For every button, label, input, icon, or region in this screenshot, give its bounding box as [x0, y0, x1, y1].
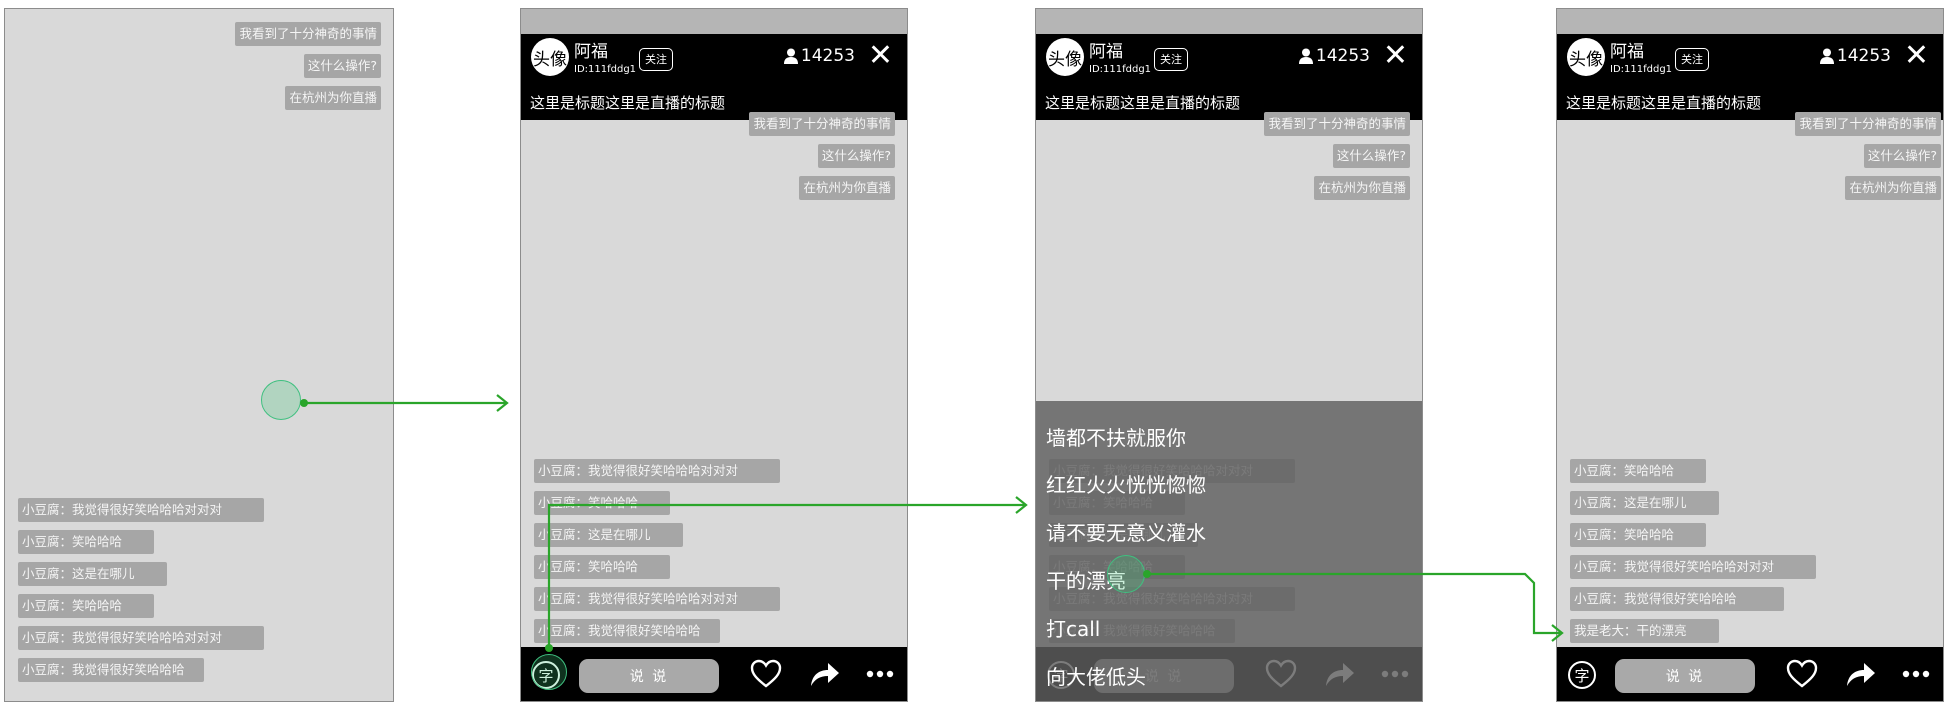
comment-input-button[interactable]: 说 说	[579, 659, 719, 693]
avatar[interactable]: 头像	[531, 38, 569, 76]
share-icon[interactable]	[807, 657, 841, 691]
touch-indicator	[261, 380, 301, 420]
heart-icon[interactable]	[1785, 657, 1819, 691]
status-strip	[1036, 9, 1422, 34]
quick-phrase-item[interactable]: 请不要无意义灌水	[1046, 517, 1206, 546]
viewer-count-value: 14253	[1836, 46, 1891, 66]
comment: 小豆腐：这是在哪儿	[1570, 491, 1719, 515]
stream-header: 头像 阿福 ID:111fddg1 关注 14253 ✕ 这里是标题这里是直播的…	[521, 34, 907, 120]
share-icon[interactable]	[1843, 657, 1877, 691]
quick-phrase-item[interactable]: 向大佬低头	[1046, 661, 1146, 690]
comment: 小豆腐：我觉得很好笑哈哈哈对对对	[18, 498, 264, 522]
quick-phrase-item[interactable]: 红红火火恍恍惚惚	[1046, 469, 1206, 498]
comment: 小豆腐：我觉得很好笑哈哈哈	[18, 658, 204, 682]
close-icon[interactable]: ✕	[1383, 40, 1408, 72]
comment: 小豆腐：我觉得很好笑哈哈哈对对对	[18, 626, 264, 650]
touch-indicator	[531, 654, 567, 690]
top-message: 在杭州为你直播	[285, 86, 381, 110]
user-icon	[1819, 48, 1834, 64]
quick-phrase-menu: 墙都不扶就服你 红红火火恍恍惚惚 请不要无意义灌水 干的漂亮 打call 向大佬…	[1036, 401, 1422, 701]
comment: 小豆腐：笑哈哈哈	[534, 555, 670, 579]
panel-3-stream: 头像 阿福 ID:111fddg1 关注 14253 ✕ 这里是标题这里是直播的…	[1035, 8, 1423, 702]
comment: 小豆腐：我觉得很好笑哈哈哈对对对	[534, 587, 780, 611]
top-message: 在杭州为你直播	[799, 176, 895, 200]
follow-button[interactable]: 关注	[1675, 48, 1709, 71]
bottom-bar: 字 说 说	[521, 647, 907, 701]
top-message: 在杭州为你直播	[1845, 176, 1941, 200]
panel-1-stream: 我看到了十分神奇的事情 这什么操作? 在杭州为你直播 小豆腐：我觉得很好笑哈哈哈…	[4, 8, 394, 702]
top-message: 这什么操作?	[303, 54, 381, 78]
more-icon[interactable]	[863, 657, 897, 691]
panel-2-stream: 头像 阿福 ID:111fddg1 关注 14253 ✕ 这里是标题这里是直播的…	[520, 8, 908, 702]
user-icon	[1298, 48, 1313, 64]
comment: 小豆腐：我觉得很好笑哈哈哈	[1570, 587, 1784, 611]
host-name: 阿福	[1089, 42, 1123, 62]
stream-title: 这里是标题这里是直播的标题	[530, 94, 726, 112]
viewer-count-value: 14253	[800, 46, 855, 66]
heart-icon[interactable]	[749, 657, 783, 691]
host-id: ID:111fddg1	[1610, 64, 1673, 75]
avatar[interactable]: 头像	[1567, 38, 1605, 76]
quick-phrase-button[interactable]: 字	[1568, 661, 1596, 689]
panel-4-stream: 头像 阿福 ID:111fddg1 关注 14253 ✕ 这里是标题这里是直播的…	[1556, 8, 1944, 702]
comment: 小豆腐：这是在哪儿	[534, 523, 683, 547]
comment: 小豆腐：笑哈哈哈	[18, 530, 154, 554]
comment: 小豆腐：我觉得很好笑哈哈哈对对对	[1570, 555, 1816, 579]
host-name: 阿福	[574, 42, 608, 62]
follow-button[interactable]: 关注	[1154, 48, 1188, 71]
touch-indicator	[1107, 555, 1145, 593]
host-id: ID:111fddg1	[574, 64, 637, 75]
status-strip	[1557, 9, 1943, 34]
top-message: 这什么操作?	[1332, 144, 1410, 168]
more-icon[interactable]	[1899, 657, 1933, 691]
top-message: 在杭州为你直播	[1314, 176, 1410, 200]
stream-header: 头像 阿福 ID:111fddg1 关注 14253 ✕ 这里是标题这里是直播的…	[1557, 34, 1943, 120]
viewer-count-value: 14253	[1315, 46, 1370, 66]
comment: 小豆腐：笑哈哈哈	[1570, 523, 1706, 547]
close-icon[interactable]: ✕	[1904, 40, 1929, 72]
stream-header: 头像 阿福 ID:111fddg1 关注 14253 ✕ 这里是标题这里是直播的…	[1036, 34, 1422, 120]
stream-title: 这里是标题这里是直播的标题	[1566, 94, 1762, 112]
follow-button[interactable]: 关注	[639, 48, 673, 71]
quick-phrase-item[interactable]: 打call	[1046, 613, 1100, 642]
quick-phrase-item[interactable]: 墙都不扶就服你	[1046, 422, 1186, 451]
comment: 小豆腐：笑哈哈哈	[18, 594, 154, 618]
bottom-bar: 字 说 说	[1557, 647, 1943, 701]
comment: 小豆腐：笑哈哈哈	[1570, 459, 1706, 483]
top-message: 我看到了十分神奇的事情	[1264, 112, 1410, 136]
status-strip	[521, 9, 907, 34]
avatar[interactable]: 头像	[1046, 38, 1084, 76]
comment: 我是老大：干的漂亮	[1570, 619, 1719, 643]
comment: 小豆腐：我觉得很好笑哈哈哈	[534, 619, 720, 643]
close-icon[interactable]: ✕	[868, 40, 893, 72]
viewer-count: 14253	[783, 46, 855, 66]
top-message: 我看到了十分神奇的事情	[749, 112, 895, 136]
comment: 小豆腐：这是在哪儿	[18, 562, 167, 586]
user-icon	[783, 48, 798, 64]
viewer-count: 14253	[1819, 46, 1891, 66]
host-name: 阿福	[1610, 42, 1644, 62]
host-id: ID:111fddg1	[1089, 64, 1152, 75]
arrowhead	[496, 394, 509, 412]
comment: 小豆腐：笑哈哈哈	[534, 491, 670, 515]
top-message: 我看到了十分神奇的事情	[1795, 112, 1941, 136]
stream-title: 这里是标题这里是直播的标题	[1045, 94, 1241, 112]
arrowhead	[1015, 496, 1028, 514]
comment-input-button[interactable]: 说 说	[1615, 659, 1755, 693]
comment: 小豆腐：我觉得很好笑哈哈哈对对对	[534, 459, 780, 483]
top-message: 这什么操作?	[817, 144, 895, 168]
top-message: 这什么操作?	[1863, 144, 1941, 168]
top-message: 我看到了十分神奇的事情	[235, 22, 381, 46]
viewer-count: 14253	[1298, 46, 1370, 66]
